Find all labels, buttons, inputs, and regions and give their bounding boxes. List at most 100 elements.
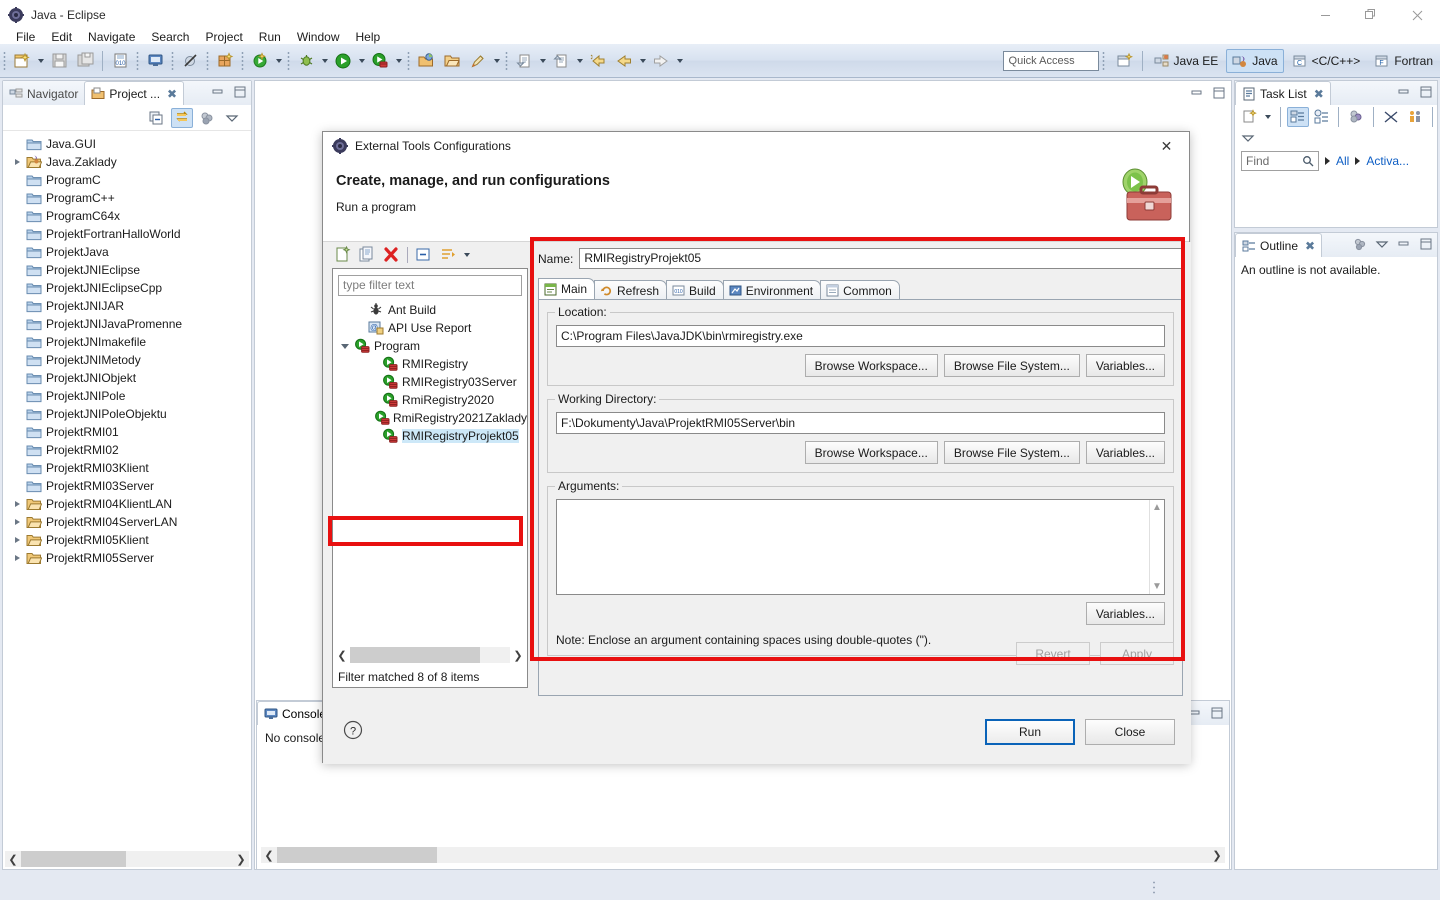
open-resource-icon[interactable] bbox=[440, 49, 464, 73]
configuration-tree-item[interactable]: RmiRegistry2021Zaklady bbox=[333, 409, 527, 427]
next-annotation-dropdown-icon[interactable] bbox=[537, 50, 548, 72]
wd-browse-workspace-button[interactable]: Browse Workspace... bbox=[804, 441, 938, 464]
project-tree-item[interactable]: ProjektRMI02 bbox=[3, 441, 251, 459]
menu-navigate[interactable]: Navigate bbox=[80, 30, 143, 44]
menu-edit[interactable]: Edit bbox=[43, 30, 80, 44]
scroll-down-icon[interactable]: ▼ bbox=[1152, 581, 1162, 592]
skip-breakpoints-icon[interactable] bbox=[178, 49, 202, 73]
hscroll-thumb[interactable] bbox=[21, 851, 126, 867]
binary-file-icon[interactable]: 010 bbox=[108, 49, 132, 73]
quick-fix-dropdown-icon[interactable] bbox=[491, 50, 502, 72]
new-wizard-dropdown-icon[interactable] bbox=[35, 50, 46, 72]
configurations-tree[interactable]: Ant Build @ API Use Report Program RMIRegist… bbox=[333, 301, 527, 445]
configuration-tree-item[interactable]: Program bbox=[333, 337, 527, 355]
project-tree-item[interactable]: ProjektRMI05Klient bbox=[3, 531, 251, 549]
project-tree-item[interactable]: ProjektJNIObjekt bbox=[3, 369, 251, 387]
working-directory-input[interactable]: F:\Dokumenty\Java\ProjektRMI05Server\bin bbox=[556, 412, 1165, 434]
forward-icon[interactable] bbox=[649, 49, 673, 73]
project-tree-hscrollbar[interactable]: ❮ ❯ bbox=[5, 851, 249, 867]
menu-search[interactable]: Search bbox=[143, 30, 197, 44]
save-icon[interactable] bbox=[47, 49, 71, 73]
new-java-package-icon[interactable] bbox=[213, 49, 237, 73]
project-tree-item[interactable]: ProjektJNIPoleObjektu bbox=[3, 405, 251, 423]
run-icon[interactable] bbox=[331, 49, 355, 73]
expand-arrow-icon[interactable] bbox=[9, 153, 25, 171]
tab-common[interactable]: Common bbox=[820, 280, 900, 300]
all-filter-link[interactable]: All bbox=[1336, 154, 1349, 168]
project-tree-item[interactable]: ProjektJNIPole bbox=[3, 387, 251, 405]
run-external-tools-dropdown-icon[interactable] bbox=[393, 50, 404, 72]
project-tree-item[interactable]: ProgramC64x bbox=[3, 207, 251, 225]
tab-environment[interactable]: Environment bbox=[722, 280, 822, 300]
maximize-editor-icon[interactable] bbox=[1213, 87, 1225, 99]
maximize-restore-button[interactable] bbox=[1348, 0, 1394, 30]
filter-configurations-icon[interactable] bbox=[437, 244, 459, 266]
project-tree-item[interactable]: ProjektRMI03Klient bbox=[3, 459, 251, 477]
link-with-editor-icon[interactable] bbox=[171, 107, 193, 128]
project-tree-item[interactable]: ProjektJNIEclipse bbox=[3, 261, 251, 279]
project-tree-item[interactable]: ProjektJNImakefile bbox=[3, 333, 251, 351]
minimize-editor-icon[interactable] bbox=[1191, 87, 1203, 99]
tab-task-list[interactable]: Task List ✖ bbox=[1235, 81, 1331, 105]
hscroll-thumb[interactable] bbox=[350, 647, 480, 663]
wd-variables-button[interactable]: Variables... bbox=[1085, 441, 1165, 464]
project-tree-item[interactable]: ProjektRMI05Server bbox=[3, 549, 251, 567]
menu-project[interactable]: Project bbox=[197, 30, 250, 44]
project-tree-item[interactable]: ProjektJNIEclipseCpp bbox=[3, 279, 251, 297]
location-variables-button[interactable]: Variables... bbox=[1085, 354, 1165, 377]
save-all-icon[interactable] bbox=[73, 49, 97, 73]
view-menu-overflow-icon[interactable] bbox=[196, 108, 218, 128]
open-console-icon[interactable] bbox=[143, 49, 167, 73]
project-tree-item[interactable]: ProjektJNIMetody bbox=[3, 351, 251, 369]
configuration-tree-item[interactable]: Ant Build bbox=[333, 301, 527, 319]
perspective-fortran[interactable]: F Fortran bbox=[1368, 49, 1439, 73]
menu-run[interactable]: Run bbox=[251, 30, 289, 44]
minimize-outline-icon[interactable] bbox=[1397, 237, 1411, 251]
back-icon[interactable] bbox=[612, 49, 636, 73]
hscroll-track[interactable] bbox=[21, 851, 233, 867]
scheduled-presentation-icon[interactable] bbox=[1311, 107, 1333, 127]
configurations-hscrollbar[interactable]: ❮ ❯ bbox=[334, 647, 526, 663]
arguments-textarea[interactable]: ▲ ▼ bbox=[556, 499, 1165, 595]
collapse-all-icon[interactable] bbox=[146, 108, 168, 128]
dialog-close-button[interactable]: ✕ bbox=[1144, 132, 1189, 160]
focus-on-workweek-icon[interactable] bbox=[1345, 107, 1367, 127]
new-configuration-icon[interactable] bbox=[332, 244, 354, 266]
scroll-left-icon[interactable]: ❮ bbox=[261, 847, 277, 863]
external-tools-run-icon[interactable] bbox=[248, 49, 272, 73]
open-perspective-icon[interactable] bbox=[1113, 49, 1137, 73]
previous-annotation-icon[interactable] bbox=[549, 49, 573, 73]
view-menu-icon[interactable] bbox=[221, 108, 243, 128]
project-tree-item[interactable]: ProgramC bbox=[3, 171, 251, 189]
delete-configuration-icon[interactable] bbox=[380, 244, 402, 266]
maximize-task-list-icon[interactable] bbox=[1419, 85, 1433, 99]
expand-arrow-icon[interactable] bbox=[9, 495, 25, 513]
apply-button[interactable]: Apply bbox=[1100, 642, 1174, 665]
menu-file[interactable]: File bbox=[8, 30, 43, 44]
scroll-right-icon[interactable]: ❯ bbox=[510, 647, 526, 663]
configuration-tree-item[interactable]: RMIRegistry03Server bbox=[333, 373, 527, 391]
menu-help[interactable]: Help bbox=[348, 30, 389, 44]
arguments-text-value[interactable] bbox=[557, 500, 1149, 594]
focus-on-active-task-icon[interactable] bbox=[1404, 107, 1426, 127]
run-dropdown-icon[interactable] bbox=[356, 50, 367, 72]
collapse-all-configurations-icon[interactable] bbox=[413, 244, 435, 266]
help-icon[interactable]: ? bbox=[343, 720, 363, 740]
collapse-arrow-icon[interactable] bbox=[337, 344, 353, 349]
tab-navigator[interactable]: Navigator bbox=[3, 83, 84, 105]
outline-view-menu-icon[interactable] bbox=[1375, 237, 1389, 251]
tab-build[interactable]: 010 Build bbox=[666, 280, 724, 300]
previous-annotation-dropdown-icon[interactable] bbox=[574, 50, 585, 72]
perspective-cpp[interactable]: C <C/C++> bbox=[1286, 49, 1367, 73]
scroll-up-icon[interactable]: ▲ bbox=[1152, 502, 1162, 513]
scroll-left-icon[interactable]: ❮ bbox=[5, 851, 21, 867]
project-tree-item[interactable]: ProjektRMI04KlientLAN bbox=[3, 495, 251, 513]
filter-completed-icon[interactable] bbox=[1380, 107, 1402, 127]
configuration-name-input[interactable]: RMIRegistryProjekt05 bbox=[579, 248, 1183, 269]
new-task-dropdown-icon[interactable] bbox=[1263, 106, 1274, 128]
next-annotation-icon[interactable] bbox=[512, 49, 536, 73]
back-dropdown-icon[interactable] bbox=[637, 50, 648, 72]
close-icon[interactable]: ✖ bbox=[1314, 87, 1324, 101]
hscroll-thumb[interactable] bbox=[277, 847, 437, 863]
close-dialog-button[interactable]: Close bbox=[1085, 719, 1175, 745]
